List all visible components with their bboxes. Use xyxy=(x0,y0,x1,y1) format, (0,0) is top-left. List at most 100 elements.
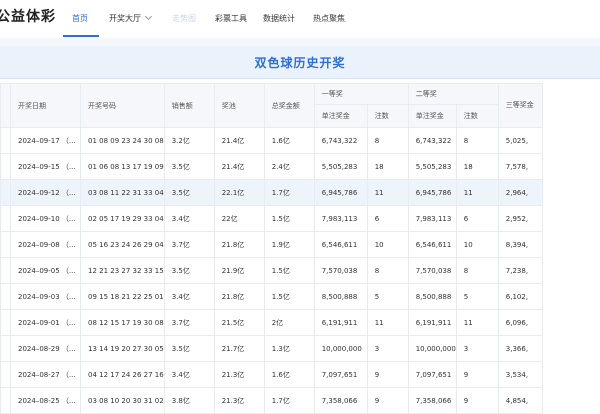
cell-date: 2024–09-01 （... xyxy=(10,309,81,336)
row-index-cell xyxy=(0,257,11,284)
header-numbers: 开奖号码 xyxy=(80,83,165,128)
nav-draw-hall[interactable]: 开奖大厅 xyxy=(109,12,153,24)
cell-numbers: 02 05 17 19 29 33 04 xyxy=(80,205,165,232)
cell-total: 2亿 xyxy=(263,309,315,336)
row-index-cell xyxy=(0,153,11,180)
nav-trend-chart[interactable]: 走势图 xyxy=(172,13,196,24)
nav-lottery-tools[interactable]: 彩票工具 xyxy=(215,13,247,24)
site-logo[interactable]: 公益体彩 xyxy=(0,6,56,26)
cell-total: 1.5亿 xyxy=(263,283,315,310)
cell-pool: 21.3亿 xyxy=(213,387,265,414)
cell-sales: 3.7亿 xyxy=(163,231,215,258)
header-date[interactable]: 开奖日期 xyxy=(10,83,81,128)
page-title: 双色球历史开奖 xyxy=(254,56,346,70)
cell-date: 2024–09-08 （... xyxy=(10,231,81,258)
cell-n1: 8 xyxy=(366,127,409,154)
cell-p3: 3,366, xyxy=(497,335,543,362)
cell-numbers: 09 15 18 21 22 25 01 xyxy=(80,283,165,310)
cell-total: 1.3亿 xyxy=(263,335,315,362)
cell-pool: 21.8亿 xyxy=(213,231,265,258)
cell-p2: 6,191,911 xyxy=(407,309,457,336)
cell-numbers: 08 12 15 17 19 30 08 xyxy=(80,309,165,336)
cell-p3: 5,025, xyxy=(497,127,543,154)
cell-p3: 7,578, xyxy=(497,153,543,180)
cell-p1: 7,570,038 xyxy=(313,257,368,284)
active-nav-indicator xyxy=(63,35,99,37)
cell-p2: 7,358,066 xyxy=(407,387,457,414)
cell-p3: 4,854, xyxy=(497,387,543,414)
nav-hot-focus[interactable]: 热点聚焦 xyxy=(313,13,345,24)
table-row[interactable]: 2024–09-05 （... 12 21 23 27 32 33 15 3.5亿 2… xyxy=(0,257,543,284)
cell-total: 1.7亿 xyxy=(263,179,315,206)
cell-p1: 8,500,888 xyxy=(313,283,368,310)
row-index-cell xyxy=(0,127,11,154)
cell-sales: 3.8亿 xyxy=(163,387,215,414)
nav-home[interactable]: 首页 xyxy=(72,13,88,24)
header-second-count: 注数 xyxy=(455,104,499,128)
header-sales[interactable]: 销售额 xyxy=(163,83,215,128)
cell-n1: 6 xyxy=(366,205,409,232)
cell-p3: 6,102, xyxy=(497,283,543,310)
header-index xyxy=(0,83,11,128)
cell-pool: 21.3亿 xyxy=(213,361,265,388)
cell-n2: 3 xyxy=(455,335,499,362)
cell-numbers: 01 08 09 23 24 30 08 xyxy=(80,127,165,154)
nav-data-stats[interactable]: 数据统计 xyxy=(263,13,295,24)
cell-p1: 7,097,651 xyxy=(313,361,368,388)
cell-n1: 10 xyxy=(366,231,409,258)
cell-p1: 7,983,113 xyxy=(313,205,368,232)
cell-n2: 10 xyxy=(455,231,499,258)
table-row[interactable]: 2024–08-25 （... 03 08 10 20 30 31 02 3.8亿 2… xyxy=(0,387,543,414)
table-row[interactable]: 2024–09-03 （... 09 15 18 21 22 25 01 3.4亿 2… xyxy=(0,283,543,310)
nav-draw-hall-label: 开奖大厅 xyxy=(109,14,141,23)
cell-p2: 7,983,113 xyxy=(407,205,457,232)
cell-numbers: 04 12 17 24 26 27 16 xyxy=(80,361,165,388)
table-row[interactable]: 2024–09-01 （... 08 12 15 17 19 30 08 3.7亿 2… xyxy=(0,309,543,336)
cell-pool: 21.9亿 xyxy=(213,257,265,284)
table-row[interactable]: 2024–09-17 （... 01 08 09 23 24 30 08 3.2亿 2… xyxy=(0,127,543,154)
cell-pool: 21.4亿 xyxy=(213,153,265,180)
cell-total: 1.5亿 xyxy=(263,205,315,232)
cell-p2: 6,546,611 xyxy=(407,231,457,258)
header-total-prize[interactable]: 总奖金额 xyxy=(263,83,315,128)
cell-pool: 21.4亿 xyxy=(213,127,265,154)
header-pool[interactable]: 奖池 xyxy=(213,83,265,128)
cell-numbers: 05 16 23 24 26 29 04 xyxy=(80,231,165,258)
row-index-cell xyxy=(0,387,11,414)
cell-sales: 3.7亿 xyxy=(163,309,215,336)
table-row[interactable]: 2024–09-08 （... 05 16 23 24 26 29 04 3.7亿 2… xyxy=(0,231,543,258)
cell-n2: 18 xyxy=(455,153,499,180)
history-table: 开奖日期 开奖号码 销售额 奖池 总奖金额 一等奖 二等奖 三等奖金 单注奖金 … xyxy=(0,83,543,414)
cell-p1: 6,945,786 xyxy=(313,179,368,206)
cell-sales: 3.2亿 xyxy=(163,127,215,154)
cell-sales: 3.5亿 xyxy=(163,257,215,284)
cell-n1: 9 xyxy=(366,361,409,388)
cell-p2: 6,743,322 xyxy=(407,127,457,154)
cell-p2: 7,570,038 xyxy=(407,257,457,284)
row-index-cell xyxy=(0,335,11,362)
cell-p1: 5,505,283 xyxy=(313,153,368,180)
cell-p3: 7,238, xyxy=(497,257,543,284)
cell-date: 2024–09-05 （... xyxy=(10,257,81,284)
cell-p3: 2,952, xyxy=(497,205,543,232)
cell-numbers: 12 21 23 27 32 33 15 xyxy=(80,257,165,284)
cell-p1: 6,743,322 xyxy=(313,127,368,154)
cell-n1: 11 xyxy=(366,179,409,206)
cell-date: 2024–09-10 （... xyxy=(10,205,81,232)
cell-date: 2024–08-27 （... xyxy=(10,361,81,388)
header-first-prize: 一等奖 xyxy=(313,83,409,105)
cell-n2: 9 xyxy=(455,361,499,388)
row-index-cell xyxy=(0,231,11,258)
cell-n2: 9 xyxy=(455,387,499,414)
cell-n2: 6 xyxy=(455,205,499,232)
chevron-down-icon xyxy=(144,12,153,21)
cell-n1: 9 xyxy=(366,387,409,414)
table-row[interactable]: 2024–08-27 （... 04 12 17 24 26 27 16 3.4亿 2… xyxy=(0,361,543,388)
cell-p3: 3,534, xyxy=(497,361,543,388)
table-row[interactable]: 2024–09-15 （... 01 06 08 13 17 19 09 3.5亿 2… xyxy=(0,153,543,180)
table-row[interactable]: 2024–09-12 （... 03 08 11 22 31 33 04 3.5亿 2… xyxy=(0,179,543,206)
table-row[interactable]: 2024–09-10 （... 02 05 17 19 29 33 04 3.4亿 2… xyxy=(0,205,543,232)
table-row[interactable]: 2024–08-29 （... 13 14 19 20 27 30 05 3.5亿 2… xyxy=(0,335,543,362)
cell-sales: 3.4亿 xyxy=(163,205,215,232)
cell-date: 2024–09-12 （... xyxy=(10,179,81,206)
